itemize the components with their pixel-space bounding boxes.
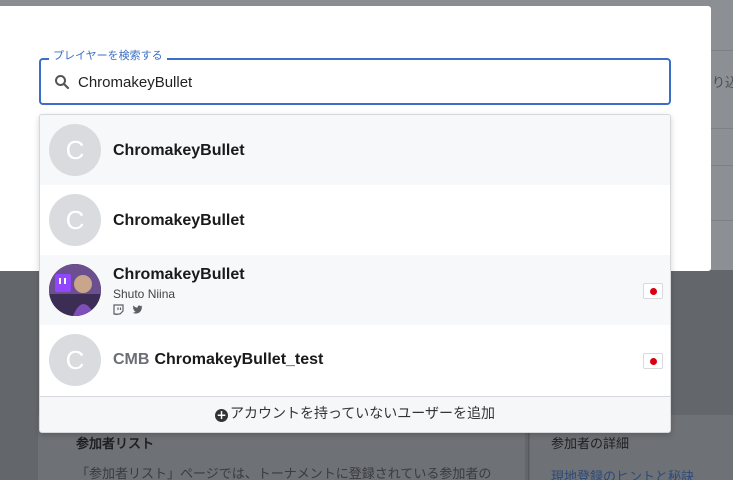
search-field-label: プレイヤーを検索する (49, 49, 167, 63)
avatar: C (49, 194, 101, 246)
background-right-column (711, 0, 733, 275)
background-section-title: 参加者リスト (76, 437, 155, 452)
result-name-text: ChromakeyBullet_test (154, 351, 324, 368)
avatar: C (49, 124, 101, 176)
add-user-label: アカウントを持っていないユーザーを追加 (229, 406, 496, 422)
plus-circle-icon: + (214, 408, 228, 422)
background-cut-text: り込 (712, 76, 733, 91)
search-result-item[interactable]: C ChromakeyBullet (40, 115, 670, 185)
result-name: ChromakeyBullet (113, 266, 245, 283)
search-result-item[interactable]: ChromakeyBullet Shuto Niina (40, 255, 670, 325)
search-result-item[interactable]: C ChromakeyBullet (40, 185, 670, 255)
result-real-name: Shuto Niina (113, 287, 176, 301)
player-search-input[interactable] (78, 72, 638, 92)
background-side-link: 現地登録のヒントと秘訣 (551, 470, 695, 480)
add-user-without-account-button[interactable]: + アカウントを持っていないユーザーを追加 (40, 396, 670, 432)
twitch-icon[interactable] (113, 304, 124, 315)
background-side-title: 参加者の詳細 (551, 437, 630, 452)
user-photo-icon (49, 264, 101, 316)
team-tag: CMB (113, 351, 150, 368)
background-section-text: 「参加者リスト」ページでは、トーナメントに登録されている参加者の (76, 467, 492, 480)
search-results-dropdown: C ChromakeyBullet C ChromakeyBullet Chro… (39, 114, 671, 433)
result-name: CMB ChromakeyBullet_test (113, 351, 323, 369)
search-result-item[interactable]: C CMB ChromakeyBullet_test (40, 325, 670, 395)
twitter-icon[interactable] (132, 304, 143, 315)
japan-flag-icon (643, 353, 663, 369)
avatar (49, 264, 101, 316)
search-icon (55, 75, 70, 90)
social-links (113, 304, 143, 316)
result-name: ChromakeyBullet (113, 142, 245, 159)
avatar: C (49, 334, 101, 386)
japan-flag-icon (643, 283, 663, 299)
result-name: ChromakeyBullet (113, 212, 245, 229)
